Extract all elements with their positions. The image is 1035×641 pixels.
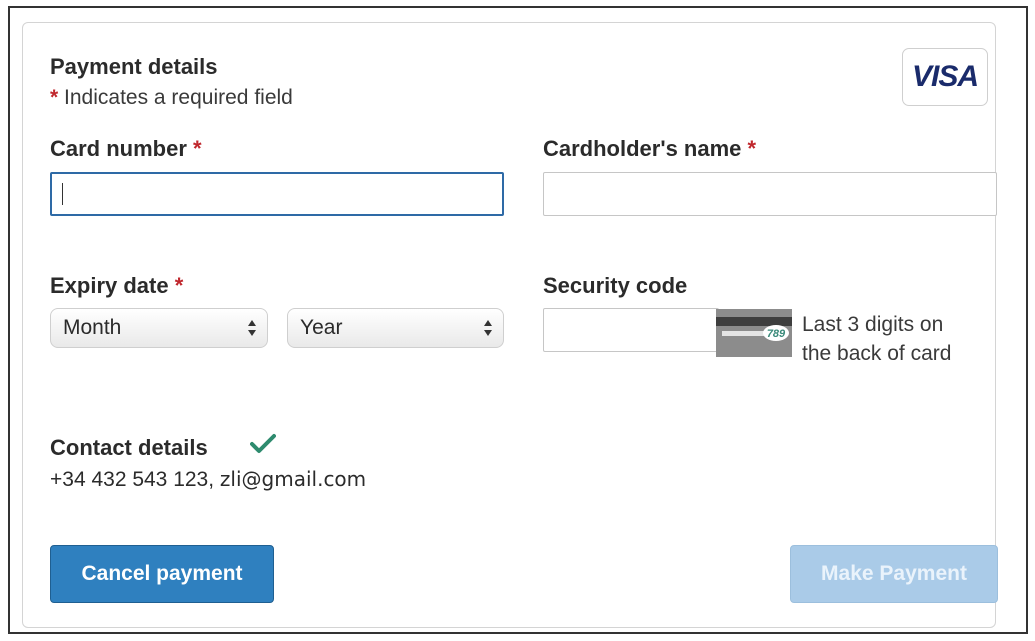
card-cvv-digits: 789 bbox=[767, 328, 786, 340]
security-code-hint: Last 3 digits on the back of card bbox=[802, 310, 951, 368]
required-note-text: Indicates a required field bbox=[64, 86, 293, 109]
expiry-month-value: Month bbox=[63, 316, 122, 339]
required-star: * bbox=[174, 273, 184, 298]
expiry-date-label-text: Expiry date bbox=[50, 273, 169, 298]
card-number-input[interactable] bbox=[50, 172, 504, 216]
select-arrows-icon bbox=[248, 320, 256, 336]
security-code-hint-line2: the back of card bbox=[802, 342, 952, 365]
text-caret bbox=[62, 183, 63, 205]
visa-logo-text: VISA bbox=[911, 60, 979, 93]
visa-logo: VISA bbox=[902, 48, 988, 106]
cardholder-name-label: Cardholder's name * bbox=[543, 136, 756, 162]
card-number-label: Card number * bbox=[50, 136, 202, 162]
security-code-input[interactable] bbox=[543, 308, 719, 352]
card-back-icon: 789 bbox=[716, 309, 792, 357]
contact-phone: +34 432 543 123, bbox=[50, 468, 215, 491]
cardholder-name-label-text: Cardholder's name bbox=[543, 136, 742, 161]
security-code-label: Security code bbox=[543, 273, 688, 298]
cancel-payment-button[interactable]: Cancel payment bbox=[50, 545, 274, 603]
checkmark-icon bbox=[250, 434, 276, 453]
contact-details-title: Contact details bbox=[50, 435, 208, 460]
make-payment-button[interactable]: Make Payment bbox=[790, 545, 998, 603]
select-arrows-icon bbox=[484, 320, 492, 336]
required-note: * Indicates a required field bbox=[50, 86, 293, 110]
card-number-label-text: Card number bbox=[50, 136, 187, 161]
security-code-hint-line1: Last 3 digits on bbox=[802, 313, 944, 336]
cardholder-name-input[interactable] bbox=[543, 172, 997, 216]
contact-email: zli@gmail.com bbox=[219, 467, 367, 491]
expiry-month-select[interactable]: Month bbox=[50, 308, 268, 348]
expiry-year-value: Year bbox=[300, 316, 343, 339]
required-star: * bbox=[50, 86, 59, 109]
required-star: * bbox=[747, 136, 757, 161]
required-star: * bbox=[193, 136, 202, 161]
expiry-year-select[interactable]: Year bbox=[287, 308, 504, 348]
contact-details-value: +34 432 543 123, zli@gmail.com bbox=[50, 467, 366, 492]
form-title: Payment details bbox=[50, 54, 218, 79]
expiry-date-label: Expiry date * bbox=[50, 273, 183, 299]
